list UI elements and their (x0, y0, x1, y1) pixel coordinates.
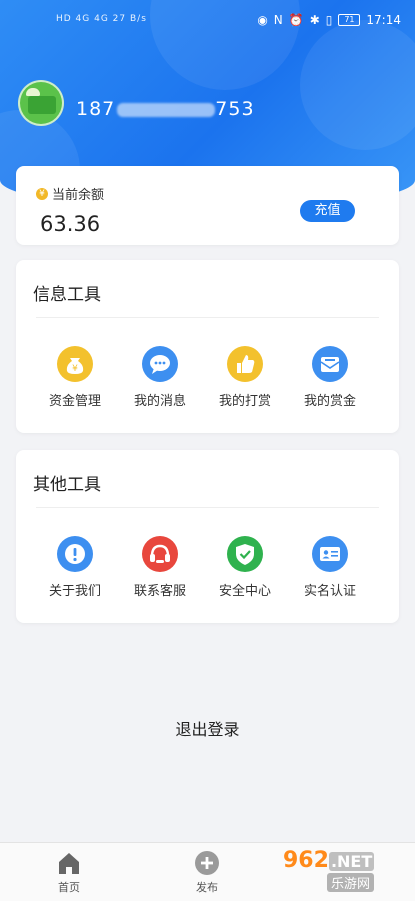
tool-my-bounty[interactable]: 我的赏金 (290, 346, 370, 409)
envelope-icon (312, 346, 348, 382)
balance-label-text: 当前余额 (52, 188, 105, 203)
tool-label: 关于我们 (48, 584, 101, 599)
status-bar-right: ◉ N ⏰ ✱ ▯ 71 17:14 (257, 13, 401, 27)
coin-bag-icon: ¥ (36, 187, 48, 200)
phone-suffix: 753 (215, 98, 255, 120)
phone-mask (117, 102, 216, 117)
watermark: 962 .NET 乐游网 (283, 848, 409, 896)
tool-customer-service[interactable]: 联系客服 (120, 536, 200, 599)
shield-check-icon (227, 536, 263, 572)
watermark-top: 962 .NET (283, 848, 409, 873)
divider (36, 507, 379, 508)
tab-label: 发布 (196, 881, 218, 894)
tool-fund-management[interactable]: ¥ 资金管理 (35, 346, 115, 409)
logout-button[interactable]: 退出登录 (0, 716, 415, 740)
other-tools-card: 其他工具 关于我们 联系客服 安全中心 实名认证 (16, 450, 399, 623)
status-bar-signal: HD 4G 4G 27 B/s (56, 14, 147, 24)
chat-bubble-icon (142, 346, 178, 382)
balance-value: 63.36 (40, 212, 101, 236)
info-tools-title: 信息工具 (33, 285, 101, 305)
headset-icon (142, 536, 178, 572)
nfc-icon: N (273, 13, 283, 27)
alarm-icon: ⏰ (288, 13, 304, 27)
tab-home[interactable]: 首页 (29, 849, 109, 895)
battery-icon: 71 (338, 14, 361, 26)
tool-label: 实名认证 (303, 584, 356, 599)
tool-label: 安全中心 (218, 584, 271, 599)
tool-my-tips[interactable]: 我的打赏 (205, 346, 285, 409)
home-icon (55, 849, 83, 877)
info-tools-card: 信息工具 ¥ 资金管理 我的消息 我的打赏 我的赏金 (16, 260, 399, 433)
watermark-number: 962 (283, 848, 329, 873)
eye-icon: ◉ (257, 13, 268, 27)
recharge-button[interactable]: 充值 (300, 200, 355, 222)
watermark-net: .NET (328, 852, 375, 871)
divider (36, 317, 379, 318)
vibrate-icon: ▯ (325, 13, 333, 27)
tool-label: 我的打赏 (218, 394, 271, 409)
tool-real-name-verification[interactable]: 实名认证 (290, 536, 370, 599)
money-bag-icon: ¥ (57, 346, 93, 382)
other-tools-title: 其他工具 (33, 475, 101, 495)
info-icon (57, 536, 93, 572)
thumbs-up-icon (227, 346, 263, 382)
tool-label: 我的赏金 (303, 394, 356, 409)
tool-about-us[interactable]: 关于我们 (35, 536, 115, 599)
phone-prefix: 187 (76, 98, 116, 120)
avatar[interactable] (18, 80, 64, 126)
tab-label: 首页 (58, 881, 80, 894)
tool-label: 我的消息 (133, 394, 186, 409)
svg-text:¥: ¥ (72, 364, 78, 374)
tool-label: 联系客服 (133, 584, 186, 599)
balance-card: ¥ 当前余额 63.36 充值 (16, 166, 399, 245)
watermark-site: 乐游网 (327, 873, 375, 892)
plus-circle-icon (193, 849, 221, 877)
phone-number: 187 753 (76, 98, 255, 120)
bluetooth-icon: ✱ (309, 13, 320, 27)
tool-label: 资金管理 (48, 394, 101, 409)
id-card-icon (312, 536, 348, 572)
status-bar: HD 4G 4G 27 B/s ◉ N ⏰ ✱ ▯ 71 17:14 (0, 0, 415, 50)
tool-security-center[interactable]: 安全中心 (205, 536, 285, 599)
status-time: 17:14 (366, 13, 401, 27)
tool-my-messages[interactable]: 我的消息 (120, 346, 200, 409)
balance-label: ¥ 当前余额 (36, 184, 104, 203)
tab-publish[interactable]: 发布 (167, 849, 247, 895)
